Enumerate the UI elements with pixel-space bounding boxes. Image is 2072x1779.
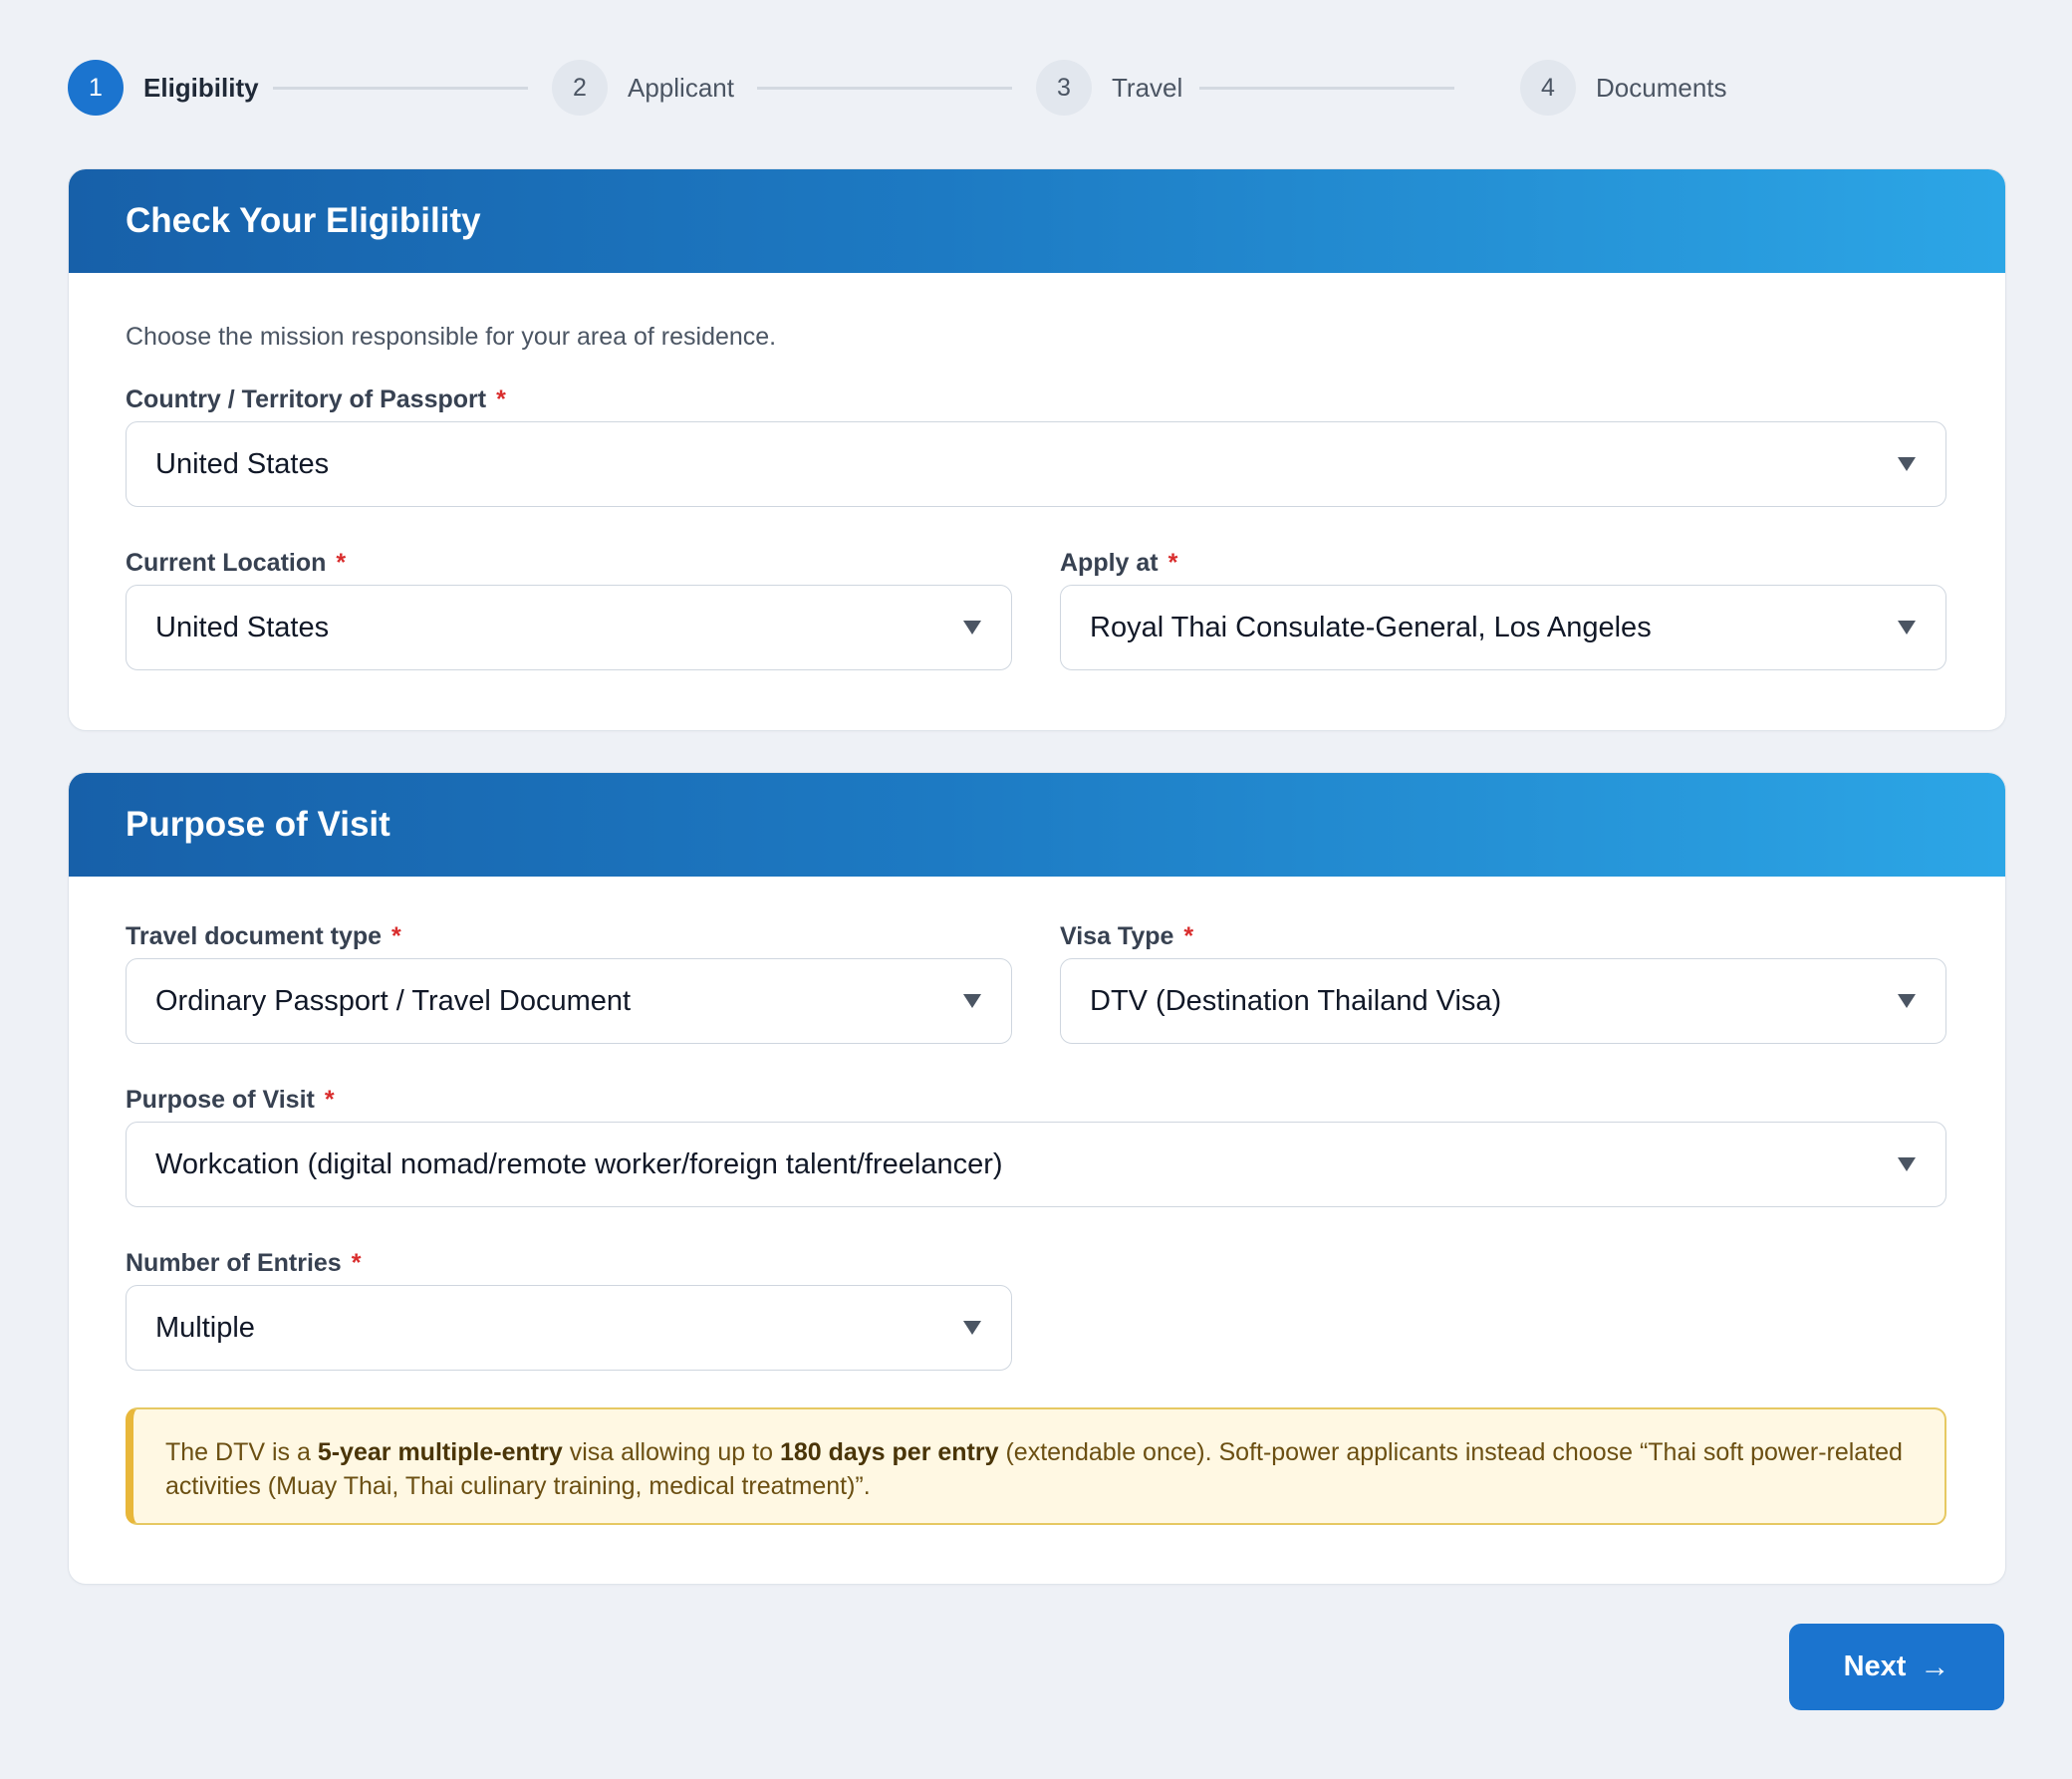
passport-country-select[interactable]: United States	[126, 421, 1946, 507]
current-location-label-text: Current Location	[126, 549, 327, 577]
required-mark: *	[1167, 549, 1178, 577]
note-emphasis: 180 days per entry	[779, 1438, 999, 1466]
visa-application-page: 1 Eligibility 2 Applicant 3 Travel 4 Doc…	[0, 0, 2072, 1779]
step-label: Applicant	[628, 72, 734, 103]
number-of-entries-select[interactable]: Multiple	[126, 1285, 1012, 1371]
step-connector	[273, 87, 528, 90]
apply-at-value: Royal Thai Consulate-General, Los Angele…	[1090, 611, 1652, 643]
current-location-value: United States	[155, 611, 330, 643]
step-documents[interactable]: 4 Documents	[1520, 60, 1727, 116]
note-text: visa allowing up to	[562, 1438, 780, 1466]
apply-at-label-text: Apply at	[1060, 549, 1159, 577]
current-location-label: Current Location *	[126, 549, 346, 578]
step-number: 4	[1520, 60, 1576, 116]
purpose-card: Purpose of Visit Travel document type * O…	[68, 772, 2006, 1585]
purpose-of-visit-value: Workcation (digital nomad/remote worker/…	[155, 1147, 1003, 1180]
purpose-card-title: Purpose of Visit	[69, 773, 2005, 877]
purpose-of-visit-label-text: Purpose of Visit	[126, 1086, 315, 1114]
visa-type-label: Visa Type *	[1060, 922, 1193, 951]
chevron-down-icon	[1898, 994, 1916, 1008]
step-label: Documents	[1596, 72, 1727, 103]
required-mark: *	[496, 385, 506, 413]
required-mark: *	[351, 1249, 362, 1277]
number-of-entries-label-text: Number of Entries	[126, 1249, 342, 1277]
step-label: Travel	[1112, 72, 1183, 103]
passport-country-label: Country / Territory of Passport *	[126, 385, 506, 414]
chevron-down-icon	[963, 994, 981, 1008]
step-travel[interactable]: 3 Travel	[1036, 60, 1182, 116]
number-of-entries-value: Multiple	[155, 1311, 255, 1344]
required-mark: *	[336, 549, 347, 577]
required-mark: *	[324, 1086, 335, 1114]
step-connector	[757, 87, 1012, 90]
passport-country-value: United States	[155, 447, 330, 480]
travel-document-type-label-text: Travel document type	[126, 922, 383, 950]
arrow-right-icon: →	[1920, 1650, 1950, 1683]
step-eligibility[interactable]: 1 Eligibility	[68, 60, 259, 116]
chevron-down-icon	[963, 1321, 981, 1335]
eligibility-help-text: Choose the mission responsible for your …	[126, 323, 777, 351]
progress-stepper: 1 Eligibility 2 Applicant 3 Travel 4 Doc…	[68, 60, 1761, 116]
dtv-info-note: The DTV is a 5-year multiple-entry visa …	[126, 1407, 1946, 1525]
apply-at-label: Apply at *	[1060, 549, 1177, 578]
eligibility-card-title: Check Your Eligibility	[69, 169, 2005, 273]
purpose-of-visit-label: Purpose of Visit *	[126, 1086, 335, 1115]
chevron-down-icon	[1898, 457, 1916, 471]
next-button[interactable]: Next →	[1789, 1624, 2004, 1710]
step-applicant[interactable]: 2 Applicant	[552, 60, 734, 116]
travel-document-type-value: Ordinary Passport / Travel Document	[155, 984, 632, 1017]
step-connector	[1199, 87, 1454, 90]
required-mark: *	[391, 922, 401, 950]
travel-document-type-label: Travel document type *	[126, 922, 401, 951]
step-number: 1	[68, 60, 124, 116]
passport-country-label-text: Country / Territory of Passport	[126, 385, 487, 413]
travel-document-type-select[interactable]: Ordinary Passport / Travel Document	[126, 958, 1012, 1044]
number-of-entries-label: Number of Entries *	[126, 1249, 361, 1278]
apply-at-select[interactable]: Royal Thai Consulate-General, Los Angele…	[1060, 585, 1946, 670]
required-mark: *	[1183, 922, 1194, 950]
current-location-select[interactable]: United States	[126, 585, 1012, 670]
chevron-down-icon	[1898, 1157, 1916, 1171]
step-number: 2	[552, 60, 608, 116]
eligibility-card: Check Your Eligibility Choose the missio…	[68, 168, 2006, 731]
note-text: The DTV is a	[165, 1438, 318, 1466]
visa-type-label-text: Visa Type	[1060, 922, 1174, 950]
next-button-label: Next	[1843, 1651, 1907, 1682]
step-label: Eligibility	[143, 72, 259, 103]
note-emphasis: 5-year multiple-entry	[317, 1438, 563, 1466]
chevron-down-icon	[1898, 621, 1916, 635]
purpose-of-visit-select[interactable]: Workcation (digital nomad/remote worker/…	[126, 1122, 1946, 1207]
visa-type-select[interactable]: DTV (Destination Thailand Visa)	[1060, 958, 1946, 1044]
chevron-down-icon	[963, 621, 981, 635]
step-number: 3	[1036, 60, 1092, 116]
visa-type-value: DTV (Destination Thailand Visa)	[1090, 984, 1502, 1017]
